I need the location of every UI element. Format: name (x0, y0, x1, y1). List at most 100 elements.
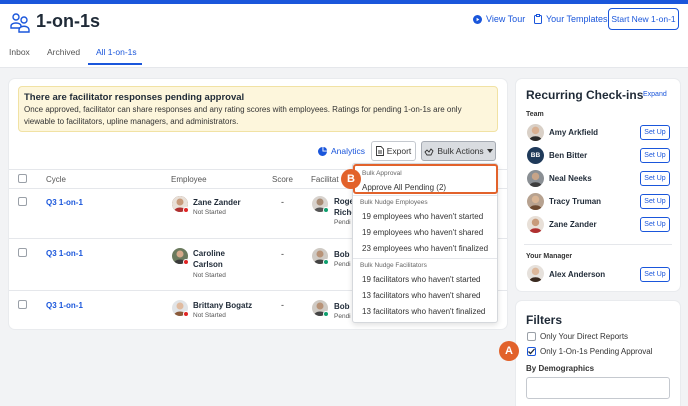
facilitator-name-line1: Bob (334, 250, 350, 259)
people-logo-icon (9, 11, 31, 33)
employee-name: Brittany Bogatz (193, 301, 253, 310)
caret-down-icon (486, 149, 493, 153)
view-tour-label: View Tour (486, 14, 526, 24)
page-title: 1-on-1s (36, 11, 101, 31)
member-name: Zane Zander (549, 220, 597, 229)
play-circle-icon (473, 14, 482, 24)
pie-chart-icon (318, 146, 327, 156)
your-templates-label: Your Templates (546, 14, 608, 24)
score-value: - (281, 249, 284, 259)
section-divider (524, 244, 672, 245)
bulk-actions-label: Bulk Actions (437, 146, 484, 156)
tab-archived[interactable]: Archived (47, 47, 80, 57)
your-manager-label: Your Manager (526, 253, 573, 260)
employee-name: Zane Zander (193, 198, 241, 207)
active-tab-indicator (88, 63, 142, 65)
status-dot (183, 207, 189, 213)
member-name: Ben Bitter (549, 151, 588, 160)
row-checkbox[interactable] (18, 197, 27, 206)
column-facilitator[interactable]: Facilitat (311, 175, 339, 184)
checkmark-icon (528, 348, 535, 355)
member-avatar (527, 216, 544, 233)
member-avatar (527, 124, 544, 141)
column-employee[interactable]: Employee (171, 175, 207, 184)
employee-name-line1: Caroline (193, 249, 226, 258)
bulk-actions-button[interactable]: Bulk Actions (421, 141, 496, 161)
status-dot (323, 207, 329, 213)
column-cycle[interactable]: Cycle (46, 175, 66, 184)
facilitator-status: Pendi (334, 219, 351, 226)
manager-avatar (527, 265, 544, 282)
employee-name-line2: Carlson (193, 260, 223, 269)
start-new-button[interactable]: Start New 1-on-1 (608, 8, 679, 30)
recurring-checkins-title: Recurring Check-ins (526, 88, 644, 102)
set-up-button[interactable]: Set Up (640, 171, 670, 186)
column-score[interactable]: Score (272, 175, 293, 184)
member-avatar (527, 170, 544, 187)
your-templates-link[interactable]: Your Templates (534, 14, 608, 24)
team-label: Team (526, 111, 544, 118)
manager-name: Alex Anderson (549, 270, 606, 279)
callout-badge-a: A (499, 341, 519, 361)
status-dot (323, 311, 329, 317)
banner-text: Once approved, facilitator can share res… (24, 105, 462, 126)
menu-group-bulk-nudge-employees: Bulk Nudge Employees (360, 199, 428, 206)
score-value: - (281, 197, 284, 207)
employee-status: Not Started (193, 312, 226, 319)
document-icon (375, 146, 384, 156)
demographics-label: By Demographics (526, 364, 595, 373)
member-avatar (527, 193, 544, 210)
row-checkbox[interactable] (18, 300, 27, 309)
menu-item-emp-not-finalized[interactable]: 23 employees who haven't finalized (362, 244, 488, 253)
set-up-button[interactable]: Set Up (640, 148, 670, 163)
menu-item-fac-not-started[interactable]: 19 facilitators who haven't started (362, 275, 480, 284)
menu-divider (353, 195, 497, 196)
menu-item-emp-not-started[interactable]: 19 employees who haven't started (362, 212, 483, 221)
expand-link[interactable]: Expand (643, 91, 667, 98)
menu-item-fac-not-shared[interactable]: 13 facilitators who haven't shared (362, 291, 480, 300)
score-value: - (281, 300, 284, 310)
clipboard-icon (534, 14, 542, 24)
member-name: Tracy Truman (549, 197, 602, 206)
facilitator-name-line1: Roge (334, 197, 354, 206)
pending-approval-checkbox[interactable] (527, 347, 536, 356)
pending-approval-label: Only 1-On-1s Pending Approval (540, 347, 653, 356)
tab-inbox[interactable]: Inbox (9, 47, 30, 57)
set-up-button[interactable]: Set Up (640, 194, 670, 209)
status-dot (183, 259, 189, 265)
cycle-link[interactable]: Q3 1-on-1 (46, 249, 83, 258)
cycle-link[interactable]: Q3 1-on-1 (46, 301, 83, 310)
menu-item-fac-not-finalized[interactable]: 13 facilitators who haven't finalized (362, 307, 485, 316)
menu-item-emp-not-shared[interactable]: 19 employees who haven't shared (362, 228, 483, 237)
member-name: Amy Arkfield (549, 128, 599, 137)
analytics-link[interactable]: Analytics (318, 146, 365, 156)
member-initials-avatar: BB (527, 147, 544, 164)
direct-reports-label: Only Your Direct Reports (540, 332, 629, 341)
analytics-label: Analytics (331, 146, 366, 156)
callout-badge-b: B (341, 169, 361, 189)
banner-title: There are facilitator responses pending … (24, 92, 245, 103)
export-button[interactable]: Export (371, 141, 416, 161)
set-up-button[interactable]: Set Up (640, 267, 670, 282)
menu-divider (353, 258, 497, 259)
direct-reports-checkbox[interactable] (527, 332, 536, 341)
cycle-link[interactable]: Q3 1-on-1 (46, 198, 83, 207)
facilitator-status: Pendi (334, 261, 351, 268)
view-tour-link[interactable]: View Tour (473, 14, 525, 24)
export-label: Export (386, 146, 412, 156)
set-up-button[interactable]: Set Up (640, 217, 670, 232)
status-dot (323, 259, 329, 265)
set-up-button[interactable]: Set Up (640, 125, 670, 140)
member-name: Neal Neeks (549, 174, 592, 183)
hand-icon (424, 147, 434, 155)
employee-status: Not Started (193, 209, 226, 216)
status-dot (183, 311, 189, 317)
tab-all-1-on-1s[interactable]: All 1-on-1s (96, 47, 137, 57)
filters-title: Filters (526, 313, 563, 327)
row-checkbox[interactable] (18, 248, 27, 257)
facilitator-name-line1: Bob (334, 302, 350, 311)
select-all-checkbox[interactable] (18, 174, 27, 183)
employee-status: Not Started (193, 272, 226, 279)
demographics-input[interactable] (526, 377, 670, 399)
facilitator-status: Pendi (334, 313, 351, 320)
